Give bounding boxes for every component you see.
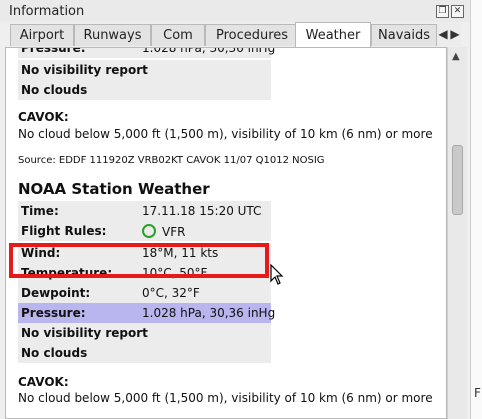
map-edge-strip (470, 0, 482, 419)
tab-procedures[interactable]: Procedures (205, 24, 299, 46)
metar-source: Source: EDDF 111920Z VRB02KT CAVOK 11/07… (18, 155, 325, 166)
flight-rules-value: VFR (162, 225, 186, 239)
vfr-circle-icon (142, 224, 156, 238)
float-icon[interactable]: ❐ (436, 5, 449, 18)
vertical-scrollbar[interactable]: ▲ (447, 47, 467, 419)
pressure-row-cut: Pressure: 1.028 hPa, 30,36 inHg (18, 48, 275, 58)
tab-scroll-left-icon[interactable]: ◀ (437, 22, 449, 46)
mouse-cursor-icon (270, 264, 284, 285)
tab-com[interactable]: Com (151, 24, 205, 46)
cavok-label-2: CAVOK: (18, 375, 69, 389)
noaa-heading: NOAA Station Weather (18, 180, 210, 198)
clouds-row-2: No clouds (18, 343, 271, 363)
right-strip-label: F (474, 386, 481, 400)
visibility-row: No visibility report (18, 60, 271, 80)
window-titlebar: Information ❐ ✕ (0, 0, 472, 22)
tab-navaids[interactable]: Navaids (371, 24, 437, 46)
cavok-text: No cloud below 5,000 ft (1,500 m), visib… (18, 127, 433, 141)
visibility-row-2: No visibility report (18, 323, 271, 343)
tab-scroll-right-icon[interactable]: ▶ (449, 22, 461, 46)
dewpoint-row: Dewpoint: 0°C, 32°F (18, 283, 271, 303)
tab-bar: Airport Runways Com Procedures Weather N… (5, 22, 467, 47)
pressure-row: Pressure: 1.028 hPa, 30,36 inHg (18, 303, 275, 323)
tab-runways[interactable]: Runways (74, 24, 151, 46)
window-title: Information (9, 4, 85, 19)
scroll-up-icon[interactable]: ▲ (452, 51, 460, 62)
clouds-row: No clouds (18, 80, 271, 100)
time-row: Time: 17.11.18 15:20 UTC (18, 201, 271, 221)
weather-content: Pressure: 1.028 hPa, 30,36 inHg No visib… (5, 47, 447, 419)
cavok-label: CAVOK: (18, 110, 69, 124)
scroll-thumb[interactable] (452, 145, 463, 215)
annotation-highlight-box (9, 243, 269, 278)
tab-airport[interactable]: Airport (10, 24, 74, 46)
flight-rules-row: Flight Rules: VFR (18, 221, 271, 241)
cavok-text-2: No cloud below 5,000 ft (1,500 m), visib… (18, 391, 433, 405)
tab-weather[interactable]: Weather (295, 22, 371, 47)
close-icon[interactable]: ✕ (451, 5, 464, 18)
